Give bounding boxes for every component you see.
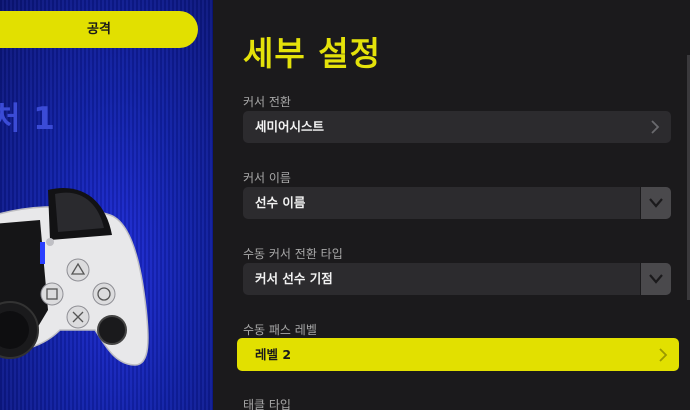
setting-label-cursor-name: 커서 이름 [243,171,291,185]
dropdown-toggle[interactable] [640,263,671,295]
attack-mode-button[interactable]: 공격 [0,11,198,48]
circle-icon [92,282,116,306]
panel-heading: 세부 설정 [243,34,381,73]
setting-cursor-switch[interactable]: 세미어시스트 [243,111,671,143]
chevron-down-icon [649,274,663,284]
chevron-right-icon [659,348,668,362]
detail-settings-panel: 세부 설정 커서 전환 세미어시스트 커서 이름 선수 이름 수동 커서 전환 … [213,0,690,410]
cross-icon [66,305,90,329]
setting-value: 세미어시스트 [255,119,325,134]
controller-preview-panel: 공격 처 1 [0,0,213,410]
setting-value: 레벨 2 [255,347,292,362]
setting-cursor-name[interactable]: 선수 이름 [243,187,671,219]
setting-label-manual-pass-level: 수동 패스 레벨 [243,323,317,337]
setting-manual-cursor-switch-type[interactable]: 커서 선수 기점 [243,263,671,295]
setting-label-manual-cursor-switch-type: 수동 커서 전환 타입 [243,247,343,261]
triangle-icon [66,258,90,282]
setting-value: 선수 이름 [255,195,306,210]
dropdown-toggle[interactable] [640,187,671,219]
chevron-down-icon [649,198,663,208]
setting-value: 커서 선수 기점 [255,271,333,286]
controller-image [0,187,149,366]
chevron-right-icon [651,120,660,134]
setting-manual-pass-level[interactable]: 레벨 2 [237,338,679,371]
square-icon [40,282,64,306]
setting-label-cursor-switch: 커서 전환 [243,95,291,109]
setting-label-tackle-type: 태클 타입 [243,398,291,410]
preset-title: 처 1 [0,101,56,137]
